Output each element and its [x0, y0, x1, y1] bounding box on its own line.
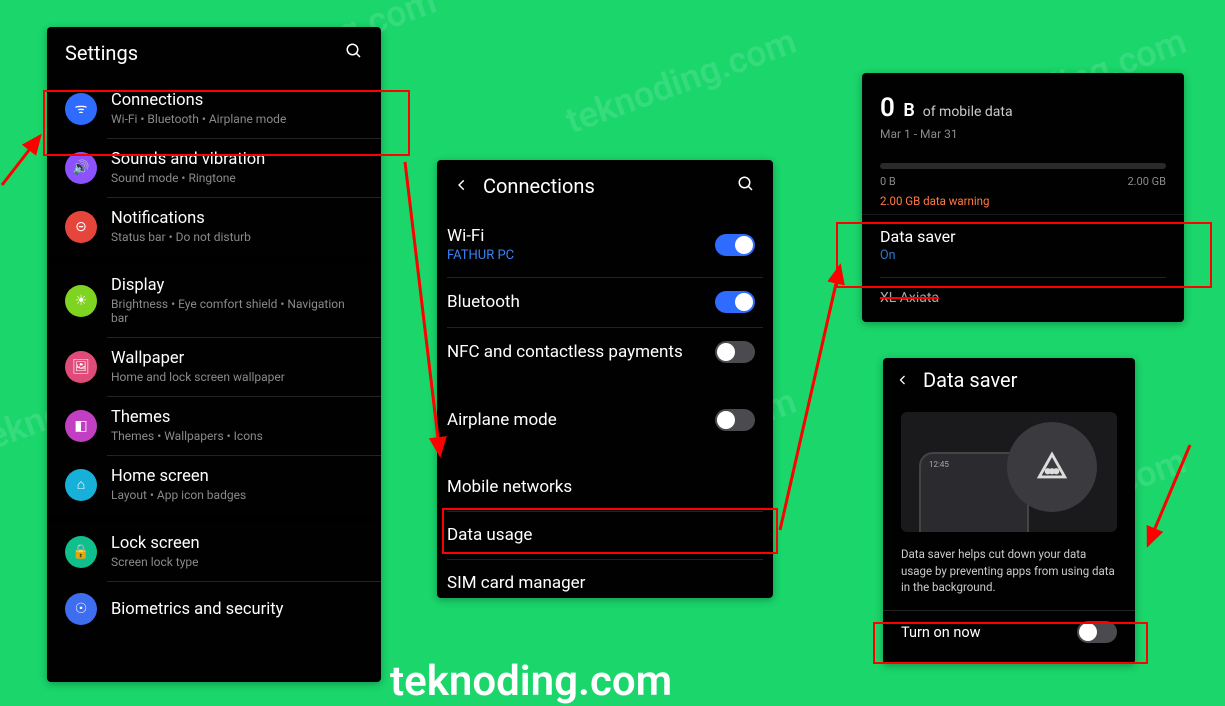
- search-icon[interactable]: [737, 175, 755, 198]
- lock-icon: 🔒: [65, 536, 97, 568]
- settings-item-notifications[interactable]: ⊝ Notifications Status bar • Do not distur…: [47, 197, 381, 256]
- item-title: Mobile networks: [447, 477, 755, 497]
- item-title: Bluetooth: [447, 292, 715, 312]
- item-title: Connections: [111, 91, 363, 110]
- toggle-switch[interactable]: [715, 291, 755, 313]
- item-title: Biometrics and security: [111, 600, 363, 619]
- notification-icon: ⊝: [65, 211, 97, 243]
- usage-value: 0: [880, 93, 895, 123]
- annotation-arrow: [0, 130, 50, 194]
- item-title: Data usage: [447, 525, 755, 545]
- connections-title: Connections: [483, 174, 737, 198]
- item-subtitle: Wi-Fi • Bluetooth • Airplane mode: [111, 112, 363, 126]
- settings-item-display[interactable]: ☀ Display Brightness • Eye comfort shield …: [47, 264, 381, 337]
- data-saver-title: Data saver: [923, 368, 1121, 392]
- usage-bar: [880, 163, 1166, 169]
- settings-item-themes[interactable]: ◧ Themes Themes • Wallpapers • Icons: [47, 396, 381, 455]
- item-title: Home screen: [111, 467, 363, 486]
- divider: [880, 277, 1166, 278]
- item-title: Wi-Fi: [447, 226, 715, 246]
- item-subtitle: Sound mode • Ringtone: [111, 171, 363, 185]
- item-subtitle: FATHUR PC: [447, 248, 715, 263]
- settings-item-connections[interactable]: ᯤ Connections Wi-Fi • Bluetooth • Airplane…: [47, 79, 381, 138]
- turn-on-now-toggle[interactable]: [1077, 621, 1117, 643]
- item-title: Themes: [111, 408, 363, 427]
- item-subtitle: Layout • App icon badges: [111, 488, 363, 502]
- settings-item-lock-screen[interactable]: 🔒 Lock screen Screen lock type: [47, 522, 381, 581]
- usage-range: Mar 1 - Mar 31: [880, 127, 1166, 141]
- item-subtitle: Themes • Wallpapers • Icons: [111, 429, 363, 443]
- item-title: Lock screen: [111, 534, 363, 553]
- toggle-switch[interactable]: [715, 341, 755, 363]
- settings-title: Settings: [65, 41, 345, 65]
- wallpaper-icon: 🖼: [65, 351, 97, 383]
- settings-item-home-screen[interactable]: ⌂ Home screen Layout • App icon badges: [47, 455, 381, 514]
- home-icon: ⌂: [65, 469, 97, 501]
- data-saver-description: Data saver helps cut down your data usag…: [883, 546, 1135, 610]
- settings-item-wallpaper[interactable]: 🖼 Wallpaper Home and lock screen wallpaper: [47, 337, 381, 396]
- data-saver-panel: Data saver 12:45 Data saver helps cut do…: [883, 358, 1135, 664]
- connections-item-airplane-mode[interactable]: Airplane mode: [437, 395, 773, 445]
- turn-on-now-row[interactable]: Turn on now: [883, 610, 1135, 655]
- data-warning: 2.00 GB data warning: [862, 188, 1184, 214]
- watermark: teknoding.com: [560, 20, 802, 142]
- turn-on-now-label: Turn on now: [901, 624, 1077, 641]
- data-saver-icon: [1007, 422, 1097, 512]
- data-saver-status: On: [880, 248, 1166, 263]
- biometrics-icon: ☉: [65, 593, 97, 625]
- item-title: Airplane mode: [447, 410, 715, 430]
- data-saver-item[interactable]: Data saver On: [862, 214, 1184, 275]
- connections-header: Connections: [437, 160, 773, 212]
- item-title: NFC and contactless payments: [447, 342, 715, 362]
- connections-item-mobile-networks[interactable]: Mobile networks: [437, 463, 773, 511]
- connections-panel: Connections Wi-Fi FATHUR PC Bluetooth NFC a…: [437, 160, 773, 598]
- settings-list: ᯤ Connections Wi-Fi • Bluetooth • Airplane…: [47, 79, 381, 637]
- data-saver-header: Data saver: [883, 358, 1135, 402]
- back-icon[interactable]: [455, 176, 469, 197]
- item-subtitle: Home and lock screen wallpaper: [111, 370, 363, 384]
- connections-list: Wi-Fi FATHUR PC Bluetooth NFC and contactle…: [437, 212, 773, 598]
- connections-item-sim-card-manager[interactable]: SIM card manager: [437, 559, 773, 598]
- settings-item-sounds-and-vibration[interactable]: 🔊 Sounds and vibration Sound mode • Ringto…: [47, 138, 381, 197]
- toggle-switch[interactable]: [715, 409, 755, 431]
- settings-header: Settings: [47, 27, 381, 79]
- connections-item-nfc-and-contactless-payments[interactable]: NFC and contactless payments: [437, 327, 773, 377]
- sound-icon: 🔊: [65, 152, 97, 184]
- item-title: Sounds and vibration: [111, 150, 363, 169]
- footer-watermark: teknoding.com: [390, 657, 672, 706]
- back-icon[interactable]: [897, 370, 909, 391]
- phone-time: 12:45: [929, 460, 949, 469]
- data-saver-illustration: 12:45: [901, 412, 1117, 532]
- data-saver-title: Data saver: [880, 227, 1166, 246]
- wifi-icon: ᯤ: [65, 93, 97, 125]
- display-icon: ☀: [65, 285, 97, 317]
- settings-item-biometrics-and-security[interactable]: ☉ Biometrics and security: [47, 581, 381, 637]
- usage-header: 0 B of mobile data Mar 1 - Mar 31: [862, 73, 1184, 149]
- annotation-arrow: [775, 260, 855, 544]
- carrier-label: XL Axiata: [862, 280, 1184, 316]
- item-subtitle: Status bar • Do not disturb: [111, 230, 363, 244]
- search-icon[interactable]: [345, 42, 363, 65]
- item-title: Notifications: [111, 209, 363, 228]
- settings-panel: Settings ᯤ Connections Wi-Fi • Bluetooth •…: [47, 27, 381, 682]
- item-subtitle: Brightness • Eye comfort shield • Naviga…: [111, 297, 363, 325]
- bar-max: 2.00 GB: [1127, 175, 1166, 188]
- item-title: Wallpaper: [111, 349, 363, 368]
- usage-suffix: of mobile data: [923, 104, 1013, 120]
- item-subtitle: Screen lock type: [111, 555, 363, 569]
- usage-unit: B: [899, 100, 915, 121]
- usage-bar-labels: 0 B 2.00 GB: [862, 175, 1184, 188]
- annotation-arrow: [1140, 440, 1200, 564]
- themes-icon: ◧: [65, 410, 97, 442]
- item-title: Display: [111, 276, 363, 295]
- item-title: SIM card manager: [447, 573, 755, 593]
- bar-min: 0 B: [880, 175, 896, 188]
- data-usage-panel: 0 B of mobile data Mar 1 - Mar 31 0 B 2.…: [862, 73, 1184, 322]
- connections-item-data-usage[interactable]: Data usage: [437, 511, 773, 559]
- connections-item-bluetooth[interactable]: Bluetooth: [437, 277, 773, 327]
- toggle-switch[interactable]: [715, 234, 755, 256]
- connections-item-wi-fi[interactable]: Wi-Fi FATHUR PC: [437, 212, 773, 277]
